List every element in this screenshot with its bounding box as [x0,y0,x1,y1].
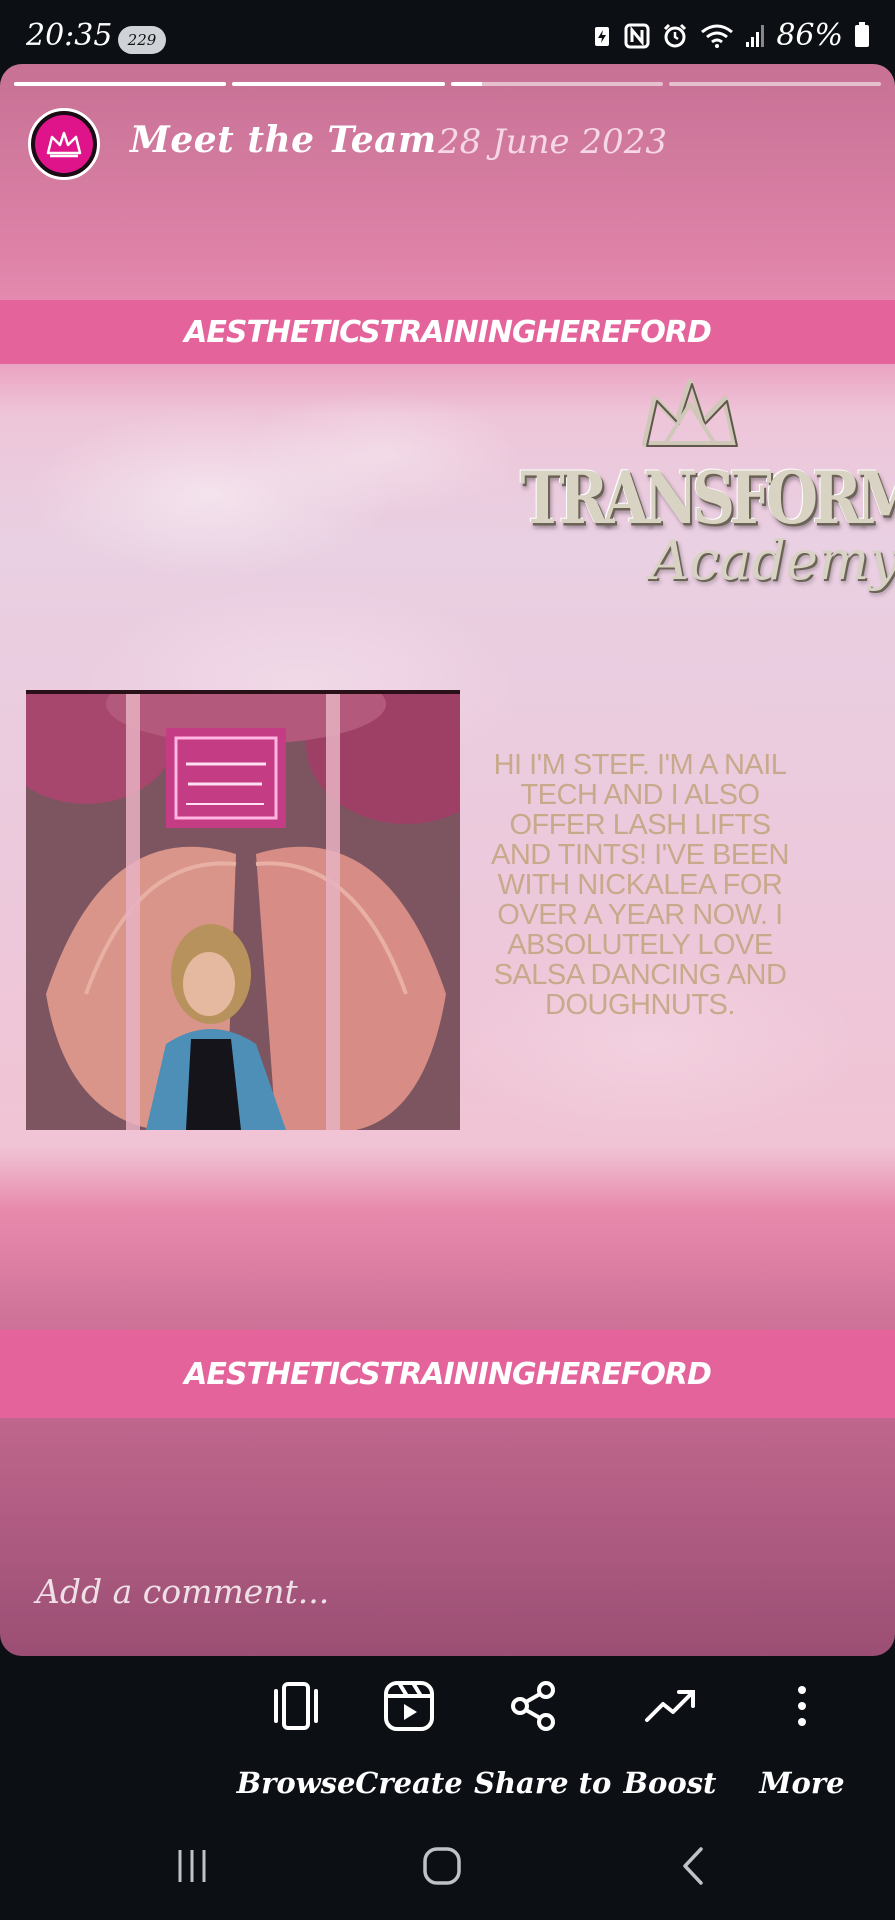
browse-button[interactable]: Browse [236,1676,356,1800]
battery-saver-icon [595,26,610,46]
comment-input[interactable]: Add a comment... [36,1572,329,1611]
logo-subtext: Academy [650,529,895,592]
story-progress [14,82,881,86]
status-time: 20:35 [26,18,113,53]
progress-segment [668,82,881,86]
back-button[interactable] [664,1846,724,1886]
progress-fill [232,82,445,86]
story-action-bar: Browse Create Share to Boost More [0,1656,895,1806]
wifi-icon [701,24,734,48]
boost-button[interactable]: Boost [610,1676,730,1800]
share-icon [474,1676,594,1736]
browse-icon [236,1676,356,1736]
progress-segment [450,82,663,86]
browse-label: Browse [236,1766,356,1800]
nfc-icon [624,23,650,48]
more-label: More [759,1766,845,1800]
home-icon [423,1847,461,1885]
story-date: 28 June 2023 [438,122,667,162]
create-reel-icon [349,1676,469,1736]
boost-icon [610,1676,730,1736]
transformed-academy-logo: TRANSFORMED Academy [520,364,895,614]
progress-segment [232,82,445,86]
crown-logo-icon [35,115,93,173]
banner-bottom-text: AESTHETICSTRAININGHEREFORD [184,1356,712,1392]
story-caption: HI I'M STEF. I'M A NAIL TECH AND I ALSO … [491,749,789,1021]
progress-fill [450,82,483,86]
recents-button[interactable] [162,1846,222,1886]
avatar[interactable] [28,108,100,180]
battery-percent: 86% [776,18,843,53]
home-button[interactable] [412,1846,472,1886]
more-button[interactable]: More [742,1676,862,1800]
boost-label: Boost [623,1766,717,1800]
share-label: Share to [474,1766,612,1800]
progress-fill [14,82,227,86]
banner-top: AESTHETICSTRAININGHEREFORD [0,300,895,364]
banner-bottom: AESTHETICSTRAININGHEREFORD [0,1330,895,1418]
alarm-icon [664,23,687,47]
story-title[interactable]: Meet the Team [130,119,437,161]
status-icons: 86% [592,18,869,53]
system-nav-bar [0,1806,895,1920]
battery-icon [855,21,869,47]
progress-segment [14,82,227,86]
notification-count-badge: 229 [118,26,166,54]
signal-icon [746,24,765,47]
create-button[interactable]: Create [349,1676,469,1800]
crown-icon [642,379,738,447]
story-viewer[interactable]: Meet the Team 28 June 2023 AESTHETICSTRA… [0,64,895,1656]
banner-top-text: AESTHETICSTRAININGHEREFORD [184,314,712,350]
status-bar: 20:35 229 86% [0,0,895,64]
create-label: Create [355,1766,463,1800]
team-member-photo [26,690,460,1130]
more-icon [742,1676,862,1736]
share-button[interactable]: Share to [474,1676,612,1800]
recents-icon [178,1850,206,1882]
back-icon [683,1847,703,1885]
